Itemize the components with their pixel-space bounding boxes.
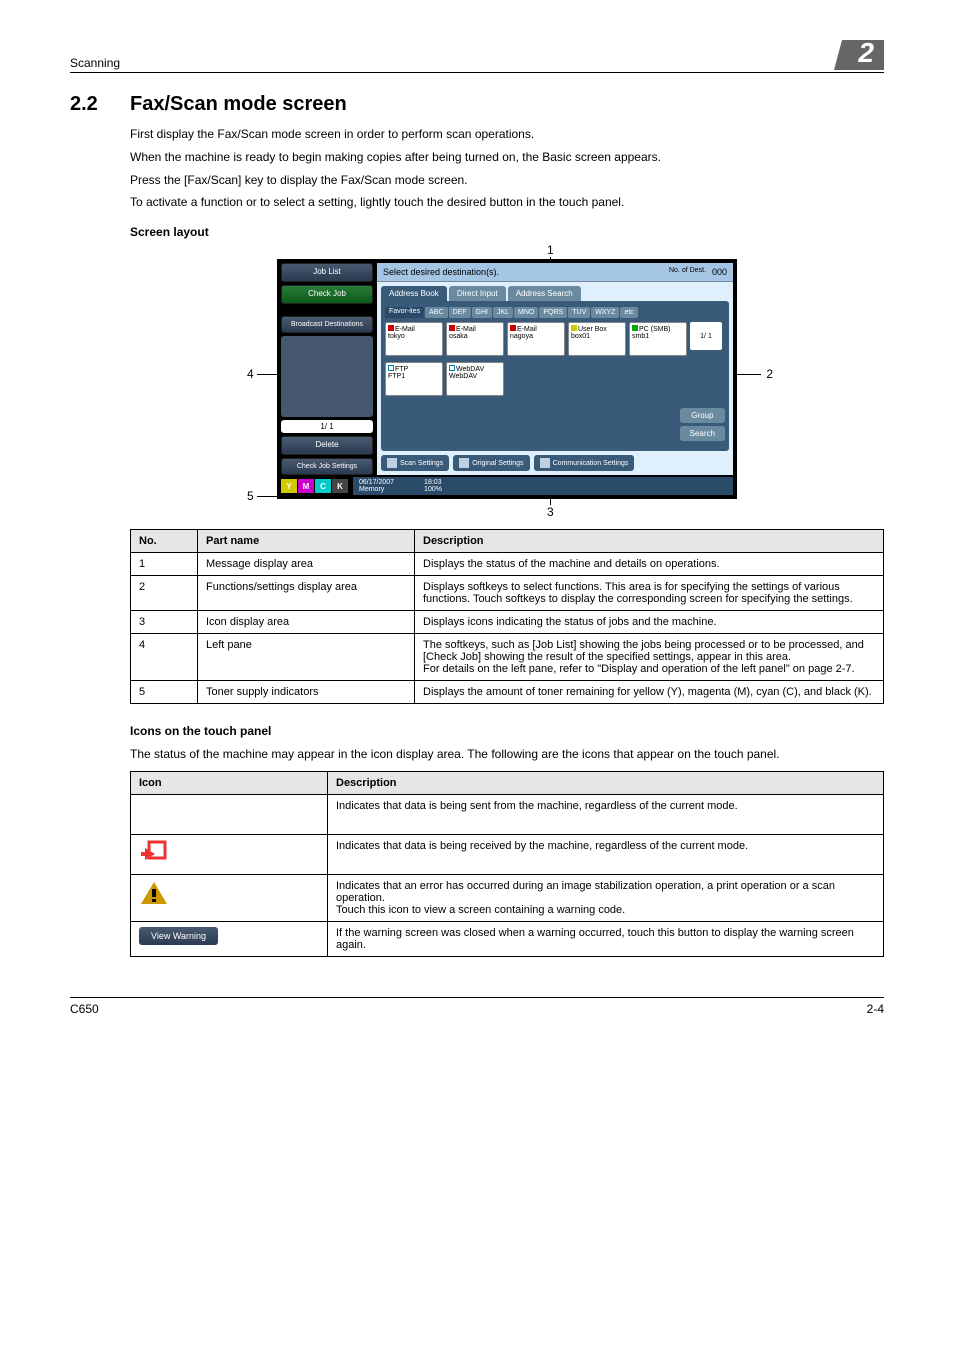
dest-card[interactable]: FTPFTP1 xyxy=(385,362,443,396)
index-mno[interactable]: MNO xyxy=(514,307,538,318)
table-row: Indicates that data is being sent from t… xyxy=(131,794,884,834)
index-favorites[interactable]: Favor-ites xyxy=(385,307,424,318)
dest-card[interactable]: E-Mailnagoya xyxy=(507,322,565,356)
comm-settings-tab[interactable]: Communication Settings xyxy=(534,455,635,471)
left-pane: Job List Check Job Broadcast Destination… xyxy=(281,263,373,475)
toner-magenta: M xyxy=(298,479,314,493)
dest-card[interactable]: User Boxbox01 xyxy=(568,322,626,356)
email-icon xyxy=(388,325,394,331)
icons-table: Icon Description Indicates that data is … xyxy=(130,771,884,957)
data-send-icon xyxy=(139,800,169,829)
original-icon xyxy=(459,458,469,468)
section-title: 2.2Fax/Scan mode screen xyxy=(70,93,884,116)
table-row: Indicates that data is being received by… xyxy=(131,834,884,874)
status-info-bar: 06/17/2007Memory 18:03100% xyxy=(353,477,733,495)
email-icon xyxy=(510,325,516,331)
col-name: Part name xyxy=(198,530,415,553)
message-text: Select desired destination(s). xyxy=(383,267,499,277)
table-row: 4 Left pane The softkeys, such as [Job L… xyxy=(131,634,884,681)
page-header: Scanning 2 xyxy=(70,40,884,73)
scan-settings-tab[interactable]: Scan Settings xyxy=(381,455,449,471)
chapter-number: 2 xyxy=(842,40,884,70)
table-row: Indicates that an error has occurred dur… xyxy=(131,874,884,921)
smb-icon xyxy=(632,325,638,331)
table-row: 1 Message display area Displays the stat… xyxy=(131,553,884,576)
toner-yellow: Y xyxy=(281,479,297,493)
left-page-indicator: 1/ 1 xyxy=(281,420,373,433)
ftp-icon xyxy=(388,365,394,371)
header-section: Scanning xyxy=(70,56,120,70)
warning-triangle-icon xyxy=(139,897,169,909)
table-row: 5 Toner supply indicators Displays the a… xyxy=(131,681,884,704)
table-row: 2 Functions/settings display area Displa… xyxy=(131,576,884,611)
data-receive-icon xyxy=(139,840,169,869)
intro-p2: When the machine is ready to begin makin… xyxy=(130,149,884,166)
dest-card[interactable]: E-Mailosaka xyxy=(446,322,504,356)
table-row: View Warning If the warning screen was c… xyxy=(131,921,884,956)
icons-heading: Icons on the touch panel xyxy=(130,724,884,738)
parts-table: No. Part name Description 1 Message disp… xyxy=(130,529,884,704)
job-list-button[interactable]: Job List xyxy=(281,263,373,282)
section-title-text: Fax/Scan mode screen xyxy=(130,93,347,115)
tab-address-book[interactable]: Address Book xyxy=(381,286,447,301)
webdav-icon xyxy=(449,365,455,371)
index-def[interactable]: DEF xyxy=(449,307,471,318)
col-no: No. xyxy=(131,530,198,553)
index-tuv[interactable]: TUV xyxy=(568,307,590,318)
dest-card[interactable]: E-Mailtokyo xyxy=(385,322,443,356)
message-bar: Select desired destination(s). No. of De… xyxy=(377,263,733,282)
callout-5: 5 xyxy=(247,489,254,503)
col-icon: Icon xyxy=(131,771,328,794)
destination-grid: E-Mailtokyo E-Mailosaka E-Mailnagoya Use… xyxy=(385,322,725,396)
intro-p1: First display the Fax/Scan mode screen i… xyxy=(130,126,884,143)
page-footer: C650 2-4 xyxy=(70,997,884,1016)
check-job-button[interactable]: Check Job xyxy=(281,285,373,304)
tab-address-search[interactable]: Address Search xyxy=(508,286,581,301)
view-warning-button[interactable]: View Warning xyxy=(139,927,218,945)
footer-model: C650 xyxy=(70,1002,99,1016)
index-ghi[interactable]: GHI xyxy=(472,307,492,318)
intro-p4: To activate a function or to select a se… xyxy=(130,194,884,211)
index-abc[interactable]: ABC xyxy=(425,307,447,318)
index-pqrs[interactable]: PQRS xyxy=(539,307,567,318)
dest-page-indicator: 1/ 1 xyxy=(690,322,722,350)
toner-cyan: C xyxy=(315,479,331,493)
left-pane-body xyxy=(281,336,373,416)
device-screenshot: 1 2 3 4 5 Job List Check Job Broadcast D… xyxy=(247,259,767,499)
comm-icon xyxy=(540,458,550,468)
toner-indicators: Y M C K xyxy=(281,479,349,493)
col-desc: Description xyxy=(415,530,884,553)
check-job-settings-button[interactable]: Check Job Settings xyxy=(281,458,373,476)
dest-card[interactable]: PC (SMB)smb1 xyxy=(629,322,687,356)
email-icon xyxy=(449,325,455,331)
broadcast-dest-button[interactable]: Broadcast Destinations xyxy=(281,316,373,334)
icons-intro: The status of the machine may appear in … xyxy=(130,746,884,763)
callout-4: 4 xyxy=(247,367,254,381)
callout-1: 1 xyxy=(547,243,554,257)
search-button[interactable]: Search xyxy=(680,426,725,441)
dest-count-value: 000 xyxy=(712,267,727,277)
callout-3: 3 xyxy=(547,505,554,519)
section-number: 2.2 xyxy=(70,93,130,116)
index-row: Favor-ites ABC DEF GHI JKL MNO PQRS TUV … xyxy=(385,307,725,318)
screen-layout-heading: Screen layout xyxy=(130,225,884,239)
delete-button[interactable]: Delete xyxy=(281,436,373,455)
callout-2: 2 xyxy=(766,367,773,381)
intro-p3: Press the [Fax/Scan] key to display the … xyxy=(130,172,884,189)
index-wxyz[interactable]: WXYZ xyxy=(591,307,619,318)
original-settings-tab[interactable]: Original Settings xyxy=(453,455,529,471)
scan-icon xyxy=(387,458,397,468)
col-desc: Description xyxy=(328,771,884,794)
tab-direct-input[interactable]: Direct Input xyxy=(449,286,506,301)
index-etc[interactable]: etc xyxy=(620,307,637,318)
dest-card[interactable]: WebDAVWebDAV xyxy=(446,362,504,396)
table-row: 3 Icon display area Displays icons indic… xyxy=(131,611,884,634)
userbox-icon xyxy=(571,325,577,331)
index-jkl[interactable]: JKL xyxy=(493,307,513,318)
footer-page: 2-4 xyxy=(867,1002,884,1016)
toner-black: K xyxy=(332,479,348,493)
dest-count-label: No. of Dest. xyxy=(669,267,706,277)
group-button[interactable]: Group xyxy=(680,408,725,423)
